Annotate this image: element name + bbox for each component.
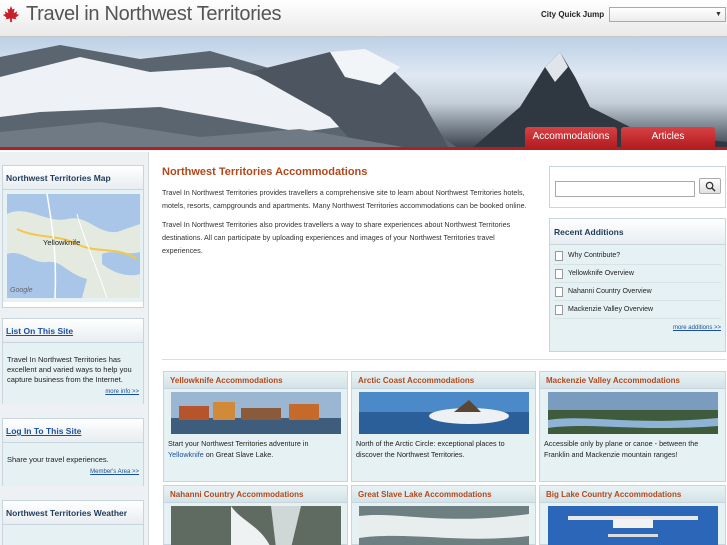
divider [162, 359, 726, 360]
card-title[interactable]: Mackenzie Valley Accommodations [540, 372, 725, 389]
more-info-link[interactable]: more info >> [7, 387, 139, 397]
card-image[interactable] [358, 392, 529, 434]
magnifier-icon [705, 181, 716, 192]
card-image[interactable] [547, 506, 718, 545]
weather-box-title: Northwest Territories Weather [3, 501, 143, 525]
region-card-big-lake-country: Big Lake Country Accommodations [539, 485, 726, 545]
search-box [549, 166, 726, 208]
more-additions-link[interactable]: more additions >> [550, 325, 721, 331]
card-image[interactable] [170, 506, 341, 545]
maple-leaf-icon [2, 5, 20, 23]
map-box: Northwest Territories Map Yellowknife Go… [2, 165, 144, 308]
card-image[interactable] [547, 392, 718, 434]
card-description: Accessible only by plane or canoe - betw… [544, 439, 699, 459]
card-image[interactable] [170, 392, 341, 434]
login-link[interactable]: Log In To This Site [3, 419, 143, 443]
search-button[interactable] [699, 178, 721, 194]
list-on-site-link[interactable]: List On This Site [3, 319, 143, 343]
login-box: Log In To This Site Share your travel ex… [2, 418, 144, 486]
list-on-site-box: List On This Site Travel In Northwest Te… [2, 318, 144, 404]
card-title[interactable]: Yellowknife Accommodations [164, 372, 347, 389]
hero-banner: Accommodations Articles [0, 37, 727, 150]
card-title[interactable]: Nahanni Country Accommodations [164, 486, 347, 503]
left-sidebar: Northwest Territories Map Yellowknife Go… [0, 152, 149, 545]
card-description: Start your Northwest Territories adventu… [168, 439, 309, 459]
recent-item[interactable]: Why Contribute? [554, 247, 721, 265]
map-box-title: Northwest Territories Map [3, 166, 143, 190]
login-text: Share your travel experiences. [7, 455, 109, 464]
yellowknife-link[interactable]: Yellowknife [168, 450, 204, 459]
page-title: Northwest Territories Accommodations [162, 166, 368, 178]
region-card-nahanni-country: Nahanni Country Accommodations [163, 485, 348, 545]
document-icon [555, 305, 563, 315]
recent-item[interactable]: Mackenzie Valley Overview [554, 301, 721, 319]
card-image[interactable] [358, 506, 529, 545]
site-title[interactable]: Travel in Northwest Territories [26, 3, 282, 26]
region-card-mackenzie-valley: Mackenzie Valley Accommodations Accessib… [539, 371, 726, 482]
document-icon [555, 269, 563, 279]
region-card-great-slave-lake: Great Slave Lake Accommodations [351, 485, 536, 545]
card-title[interactable]: Great Slave Lake Accommodations [352, 486, 535, 503]
mountain-banner-image [0, 45, 727, 147]
document-icon [555, 287, 563, 297]
card-title[interactable]: Arctic Coast Accommodations [352, 372, 535, 389]
recent-item[interactable]: Yellowknife Overview [554, 265, 721, 283]
tab-accommodations[interactable]: Accommodations [525, 127, 617, 147]
weather-box: Northwest Territories Weather [2, 500, 144, 545]
site-header: Travel in Northwest Territories City Qui… [0, 0, 727, 37]
search-input[interactable] [555, 181, 695, 197]
card-title[interactable]: Big Lake Country Accommodations [540, 486, 725, 503]
region-card-yellowknife: Yellowknife Accommodations Start your No… [163, 371, 348, 482]
map-city-label: Yellowknife [43, 238, 81, 247]
chevron-down-icon: ▼ [715, 11, 722, 18]
intro-paragraph-2: Travel In Northwest Territories also pro… [162, 220, 511, 255]
map-credit: Google [10, 287, 33, 294]
region-card-arctic-coast: Arctic Coast Accommodations North of the… [351, 371, 536, 482]
main-content: Northwest Territories Accommodations Tra… [162, 166, 537, 263]
recent-additions-title: Recent Additions [550, 219, 725, 245]
intro-paragraph-1: Travel In Northwest Territories provides… [162, 188, 527, 210]
recent-additions-box: Recent Additions Why Contribute? Yellowk… [549, 218, 726, 352]
recent-item[interactable]: Nahanni Country Overview [554, 283, 721, 301]
city-quick-jump-label: City Quick Jump [541, 10, 605, 19]
document-icon [555, 251, 563, 261]
city-quick-jump-select[interactable]: ▼ [609, 7, 726, 22]
territory-map[interactable]: Yellowknife Google [7, 194, 140, 298]
tab-articles[interactable]: Articles [621, 127, 715, 147]
members-area-link[interactable]: Member's Area >> [7, 467, 139, 477]
list-on-site-text: Travel In Northwest Territories has exce… [7, 355, 132, 384]
card-description: North of the Arctic Circle: exceptional … [356, 439, 505, 459]
